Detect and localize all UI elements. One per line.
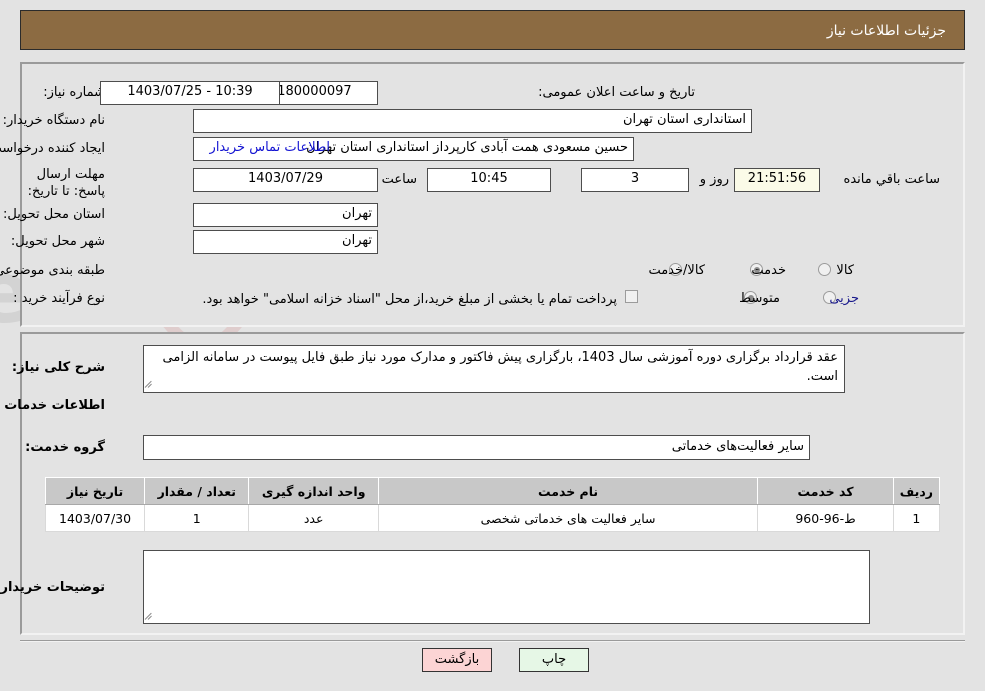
remaining-hours-label: ساعت باقي مانده — [843, 172, 940, 187]
need-summary-label: شرح کلی نیاز: — [11, 360, 105, 375]
page-root: AriaTender .net جزئیات اطلاعات نیاز شمار… — [0, 0, 985, 691]
table-header-row: ردیف کد خدمت نام خدمت واحد اندازه گیری ت… — [44, 477, 941, 505]
buyer-org-value: استانداری استان تهران — [193, 109, 752, 133]
deadline-label: مهلت ارسال پاسخ: تا تاریخ: — [27, 167, 105, 199]
delivery-province-value: تهران — [193, 203, 378, 227]
col-service-name: نام خدمت — [377, 477, 759, 505]
remaining-days-value: 3 — [581, 168, 689, 192]
category-option-goods-service-label: کالا/خدمت — [648, 263, 705, 278]
col-need-date: تاریخ نیاز — [44, 477, 146, 505]
cell-service-name: سایر فعالیت های خدماتی شخصی — [377, 504, 759, 532]
table-row: 1 ط-96-960 سایر فعالیت های خدماتی شخصی ع… — [44, 504, 941, 532]
buyer-contact-link[interactable]: اطلاعات تماس خریدار — [210, 140, 330, 156]
services-table: ردیف کد خدمت نام خدمت واحد اندازه گیری ت… — [44, 477, 941, 532]
need-summary-value: عقد قرارداد برگزاری دوره آموزشی سال 1403… — [143, 345, 845, 393]
footer-divider — [20, 640, 965, 642]
page-header-bar: جزئیات اطلاعات نیاز — [20, 10, 965, 50]
print-button[interactable]: چاپ — [519, 648, 589, 672]
deadline-hour-label: ساعت — [381, 172, 417, 187]
delivery-province-label: استان محل تحویل: — [3, 207, 105, 222]
remaining-days-label: روز و — [699, 172, 729, 187]
cell-service-code: ط-96-960 — [757, 504, 894, 532]
cell-row-index: 1 — [892, 504, 941, 532]
treasury-bonds-text: پرداخت تمام یا بخشی از مبلغ خرید،از محل … — [202, 292, 617, 307]
delivery-city-label: شهر محل تحویل: — [10, 234, 105, 249]
buyer-notes-value[interactable] — [143, 550, 870, 624]
need-number-label: شماره نیاز: — [43, 85, 105, 100]
announce-datetime-value: 10:39 - 1403/07/25 — [100, 81, 280, 105]
category-label: طبقه بندی موضوعی: — [0, 263, 105, 278]
treasury-bonds-checkbox[interactable] — [625, 290, 638, 303]
deadline-hour-value: 10:45 — [427, 168, 551, 192]
cell-quantity: 1 — [144, 504, 250, 532]
process-type-option-minor-label: جزیی — [829, 291, 859, 306]
col-unit: واحد اندازه گیری — [248, 477, 379, 505]
buyer-org-label: نام دستگاه خریدار: — [2, 113, 105, 128]
col-row-index: ردیف — [892, 477, 941, 505]
buyer-notes-label: توضیحات خریدار: — [0, 580, 105, 595]
col-service-code: کد خدمت — [757, 477, 894, 505]
col-quantity: تعداد / مقدار — [144, 477, 250, 505]
cell-unit: عدد — [248, 504, 379, 532]
requester-label: ایجاد کننده درخواست: — [0, 141, 105, 156]
page-title: جزئیات اطلاعات نیاز — [826, 23, 946, 39]
service-group-label: گروه خدمت: — [25, 440, 105, 455]
countdown-timer-value: 21:51:56 — [734, 168, 820, 192]
deadline-date-value: 1403/07/29 — [193, 168, 378, 192]
category-radio-goods[interactable] — [818, 263, 831, 276]
delivery-city-value: تهران — [193, 230, 378, 254]
services-section-heading: اطلاعات خدمات مورد نیاز — [0, 398, 105, 413]
category-option-service-label: خدمت — [751, 263, 786, 278]
category-option-goods-label: کالا — [836, 263, 854, 278]
cell-need-date: 1403/07/30 — [44, 504, 146, 532]
service-group-value: سایر فعالیت‌های خدماتی — [143, 435, 810, 460]
announce-datetime-label: تاریخ و ساعت اعلان عمومی: — [538, 85, 695, 100]
process-type-option-medium-label: متوسط — [739, 291, 780, 306]
process-type-label: نوع فرآیند خرید : — [13, 291, 105, 306]
back-button[interactable]: بازگشت — [422, 648, 492, 672]
